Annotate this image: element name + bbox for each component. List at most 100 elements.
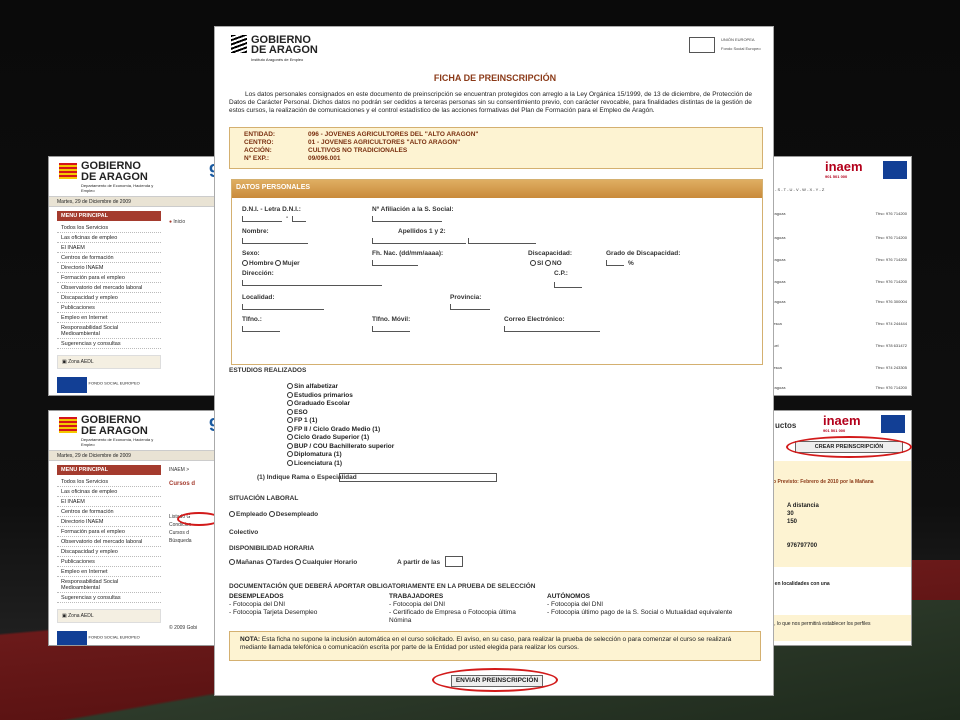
apellido2-input[interactable] [468, 238, 536, 244]
gov-department: Departamento de Economía, Hacienda y Emp… [81, 437, 154, 447]
si-radio[interactable] [530, 260, 536, 267]
tardes-radio[interactable] [265, 559, 272, 566]
partir-input[interactable] [445, 556, 463, 567]
aragon-flag-icon [59, 417, 77, 433]
menu-item[interactable]: Empleo en Internet [57, 567, 161, 577]
autonomos-docs: AUTÓNOMOS - Fotocopia del DNI - Fotocopi… [547, 593, 733, 616]
office-row: aragoza Tfno: 976 714200 [771, 385, 907, 390]
main-menu: MENU PRINCIPAL Todos los Servicios Las o… [57, 211, 161, 393]
menu-item[interactable]: Responsabilidad Social Medioambiental [57, 577, 161, 593]
gov-logo-text: GOBIERNO DE ARAGON [81, 414, 148, 437]
menu-item[interactable]: Discapacidad y empleo [57, 293, 161, 303]
menu-item[interactable]: Las oficinas de empleo [57, 233, 161, 243]
zone-aedl-link[interactable]: ▣ Zona AEDL [57, 609, 161, 623]
rama-input[interactable] [339, 473, 497, 482]
breadcrumb[interactable]: ● Inicio [169, 219, 185, 225]
estudio-option[interactable]: ESO [287, 409, 394, 418]
localidad-label: Localidad: [242, 294, 275, 301]
direccion-input[interactable] [242, 280, 382, 286]
menu-item[interactable]: Directorio INAEM [57, 517, 161, 527]
documentacion-title: DOCUMENTACIÓN QUE DEBERÁ APORTAR OBLIGAT… [229, 583, 536, 590]
estudio-option[interactable]: BUP / COU Bachillerato superior [287, 443, 394, 452]
estudio-radio[interactable] [287, 442, 293, 449]
desempleado-radio[interactable] [268, 511, 275, 518]
eu-logo: FONDO SOCIAL EUROPEO [57, 627, 161, 645]
menu-item[interactable]: Centros de formación [57, 253, 161, 263]
side-link[interactable]: Búsqueda [169, 537, 192, 545]
mananas-radio[interactable] [229, 559, 235, 566]
discapacidad-options: SI NO [530, 260, 562, 267]
menu-item[interactable]: Observatorio del mercado laboral [57, 537, 161, 547]
hombre-radio[interactable] [242, 260, 248, 267]
course-info-panel: ENTIDAD: 096 - JOVENES AGRICULTORES DEL "… [229, 127, 763, 169]
situacion-options: Empleado Desempleado [229, 511, 318, 518]
breadcrumb[interactable]: INAEM > [169, 467, 189, 473]
estudio-radio[interactable] [287, 425, 293, 432]
mujer-radio[interactable] [275, 260, 282, 267]
menu-item[interactable]: Publicaciones [57, 303, 161, 313]
highlight-oval [786, 436, 912, 458]
menu-item[interactable]: Observatorio del mercado laboral [57, 283, 161, 293]
cp-input[interactable] [554, 282, 582, 288]
office-row: aragoza Tfno: 976 714200 [771, 279, 907, 284]
horario-options: Mañanas Tardes Cualquier Horario [229, 559, 357, 566]
estudio-option[interactable]: Estudios primarios [287, 392, 394, 401]
estudio-option[interactable]: Ciclo Grado Superior (1) [287, 434, 394, 443]
movil-input[interactable] [372, 326, 410, 332]
menu-item[interactable]: Las oficinas de empleo [57, 487, 161, 497]
office-row: uesca Tfno: 974 244444 [771, 321, 907, 326]
zone-aedl-link[interactable]: ▣ Zona AEDL [57, 355, 161, 369]
nombre-input[interactable] [242, 238, 308, 244]
side-link[interactable]: Cursos d [169, 529, 192, 537]
menu-item[interactable]: Sugerencias y consultas [57, 593, 161, 603]
menu-item[interactable]: Directorio INAEM [57, 263, 161, 273]
menu-item[interactable]: Sugerencias y consultas [57, 339, 161, 349]
grado-label: Grado de Discapacidad: [606, 250, 681, 257]
menu-item[interactable]: Discapacidad y empleo [57, 547, 161, 557]
estudio-option[interactable]: Graduado Escolar [287, 400, 394, 409]
estudio-radio[interactable] [287, 417, 293, 424]
course-modality: A distancia [787, 503, 819, 509]
menu-item[interactable]: Todos los Servicios [57, 223, 161, 233]
estudio-radio[interactable] [287, 383, 293, 390]
cualquier-radio[interactable] [295, 559, 302, 566]
menu-item[interactable]: El INAEM [57, 497, 161, 507]
estudio-radio[interactable] [287, 408, 293, 415]
grado-input[interactable] [606, 260, 624, 266]
dni-input[interactable] [242, 216, 282, 222]
menu-item[interactable]: El INAEM [57, 243, 161, 253]
main-menu: MENU PRINCIPAL Todos los Servicios Las o… [57, 465, 161, 645]
menu-item[interactable]: Formación para el empleo [57, 527, 161, 537]
no-radio[interactable] [544, 260, 551, 267]
estudio-option[interactable]: Licenciatura (1) [287, 460, 394, 469]
menu-item[interactable]: Todos los Servicios [57, 477, 161, 487]
provincia-input[interactable] [450, 304, 490, 310]
estudio-option[interactable]: FP II / Ciclo Grado Medio (1) [287, 426, 394, 435]
fh-nac-input[interactable] [372, 260, 418, 266]
estudio-option[interactable]: Sin alfabetizar [287, 383, 394, 392]
estudio-radio[interactable] [287, 391, 293, 398]
dni-letter-input[interactable] [292, 216, 306, 222]
menu-title: MENU PRINCIPAL [57, 211, 161, 221]
course-start: Inicio Previsto: Febrero de 2010 por la … [763, 479, 874, 485]
disponibilidad-title: DISPONIBILIDAD HORARIA [229, 545, 315, 552]
menu-item[interactable]: Responsabilidad Social Medioambiental [57, 323, 161, 339]
estudio-option[interactable]: FP 1 (1) [287, 417, 394, 426]
estudio-radio[interactable] [287, 400, 293, 407]
menu-item[interactable]: Publicaciones [57, 557, 161, 567]
estudio-radio[interactable] [287, 459, 293, 466]
correo-input[interactable] [504, 326, 600, 332]
menu-item[interactable]: Formación para el empleo [57, 273, 161, 283]
menu-item[interactable]: Empleo en Internet [57, 313, 161, 323]
tlfno-input[interactable] [242, 326, 280, 332]
apellido1-input[interactable] [372, 238, 466, 244]
partir-label: A partir de las [397, 559, 441, 566]
menu-item[interactable]: Centros de formación [57, 507, 161, 517]
estudio-option[interactable]: Diplomatura (1) [287, 451, 394, 460]
estudio-radio[interactable] [287, 451, 293, 458]
estudio-radio[interactable] [287, 434, 293, 441]
afiliacion-input[interactable] [372, 216, 442, 222]
alphabet-index[interactable]: R - S - T - U - V - W - X - Y - Z [771, 187, 907, 192]
localidad-input[interactable] [242, 304, 324, 310]
empleado-radio[interactable] [229, 511, 235, 518]
